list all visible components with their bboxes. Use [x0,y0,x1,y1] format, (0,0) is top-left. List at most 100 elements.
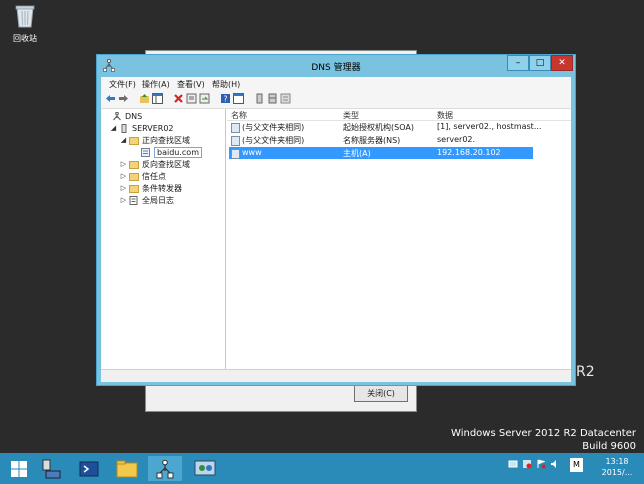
menu-file[interactable]: 文件(F) [109,79,136,90]
record-icon[interactable] [280,93,291,104]
tree-node-trust-points[interactable]: ▷ 信任点 [120,170,166,182]
tree-label: 正向查找区域 [142,135,190,145]
record-data: server02. [437,135,476,144]
record-name: (与父文件夹相同) [242,136,305,145]
folder-icon [129,172,139,181]
close-button[interactable]: ✕ [551,55,573,71]
recycle-bin[interactable]: 回收站 [8,4,42,44]
folder-icon [116,460,138,477]
record-icon [231,136,240,146]
desktop-edge-text: R2 [576,364,595,380]
record-name: (与父文件夹相同) [242,123,305,132]
tree-node-dns[interactable]: DNS [103,110,142,122]
folder-icon [129,136,139,145]
server-stack-icon[interactable] [267,93,278,104]
powershell-icon [79,461,99,476]
expand-arrow-icon[interactable]: ▷ [120,160,127,168]
tree-node-global-logs[interactable]: ▷ 全局日志 [120,194,174,206]
record-type: 主机(A) [343,149,371,158]
tree-label: 信任点 [142,171,166,181]
record-type: 起始授权机构(SOA) [343,123,414,132]
collapse-arrow-icon[interactable]: ◢ [110,124,117,132]
expand-arrow-icon[interactable]: ▷ [120,172,127,180]
zone-icon [141,147,150,157]
record-data: [1], server02., hostmast... [437,122,542,131]
record-icon [231,149,240,159]
forward-arrow-icon[interactable] [118,93,129,104]
delete-icon[interactable] [173,93,184,104]
expand-arrow-icon[interactable]: ▷ [120,184,127,192]
clock-date: 2015/... [601,468,633,477]
server-icon[interactable] [254,93,265,104]
refresh-icon[interactable] [199,93,210,104]
remote-desktop-taskbar-button[interactable] [188,456,222,481]
os-edition-text: Windows Server 2012 R2 Datacenter [451,428,636,439]
system-clock[interactable]: 13:18 2015/... [598,456,636,478]
show-console-tree-icon[interactable] [152,93,163,104]
help-icon[interactable]: ? [220,93,231,104]
folder-icon [129,160,139,169]
dialog-close-button[interactable]: 关闭(C) [354,385,408,402]
os-build-text: Build 9600 [582,441,636,452]
column-header-data[interactable]: 数据 [437,110,453,121]
properties-icon[interactable] [186,93,197,104]
column-header-type[interactable]: 类型 [343,110,359,121]
tree-label: 反向查找区域 [142,159,190,169]
taskbar: M 13:18 2015/... [0,453,644,484]
record-data: 192.168.20.102 [437,148,501,157]
table-row-selected[interactable]: www 主机(A) 192.168.20.102 [227,147,571,159]
expand-arrow-icon[interactable]: ▷ [120,196,127,204]
collapse-arrow-icon[interactable]: ◢ [120,136,127,144]
minimize-button[interactable]: – [507,55,529,71]
folder-icon [129,184,139,193]
table-row[interactable]: (与父文件夹相同) 起始授权机构(SOA) [1], server02., ho… [227,121,571,133]
tree-node-forward-zones[interactable]: ◢ 正向查找区域 [120,134,190,146]
console-tree: DNS ◢ SERVER02 ◢ 正向查找区域 baidu.com ▷ 反向查找… [101,109,226,369]
maximize-button[interactable]: □ [529,55,551,71]
dns-manager-window: DNS 管理器 – □ ✕ 文件(F) 操作(A) 查看(V) 帮助(H) ? … [96,54,576,386]
tree-label: 全局日志 [142,195,174,205]
log-icon [129,195,138,205]
dns-node-icon [113,111,121,120]
back-arrow-icon[interactable] [105,93,116,104]
table-row[interactable]: (与父文件夹相同) 名称服务器(NS) server02. [227,134,571,146]
menu-view[interactable]: 查看(V) [177,79,205,90]
column-header-name[interactable]: 名称 [231,110,247,121]
title-bar[interactable]: DNS 管理器 – □ ✕ [97,55,575,77]
volume-tray-icon[interactable] [550,459,560,471]
start-button[interactable] [2,456,36,481]
menu-help[interactable]: 帮助(H) [212,79,240,90]
network-tray-icon[interactable] [508,459,518,471]
server-manager-icon [42,459,61,478]
network-monitor-icon [194,460,216,475]
server-manager-taskbar-button[interactable] [34,456,68,481]
powershell-taskbar-button[interactable] [72,456,106,481]
console-view-icon[interactable] [233,93,244,104]
tree-label: SERVER02 [132,123,174,133]
tree-node-reverse-zones[interactable]: ▷ 反向查找区域 [120,158,190,170]
svg-text:?: ? [223,95,227,104]
window-title: DNS 管理器 [311,63,361,73]
tree-label: DNS [125,111,143,121]
records-list: 名称 类型 数据 (与父文件夹相同) 起始授权机构(SOA) [1], serv… [227,109,571,369]
file-explorer-taskbar-button[interactable] [110,456,144,481]
toolbar: ? [101,90,571,109]
dns-app-icon [156,459,174,478]
tree-node-server[interactable]: ◢ SERVER02 [110,122,174,134]
list-header: 名称 类型 数据 [227,109,571,121]
record-type: 名称服务器(NS) [343,136,401,145]
input-method-indicator[interactable]: M [570,458,583,472]
menu-action[interactable]: 操作(A) [142,79,170,90]
flag-tray-icon[interactable] [536,459,546,471]
up-folder-icon[interactable] [139,93,150,104]
tree-label: 条件转发器 [142,183,182,193]
server-icon [121,123,127,133]
record-icon [231,123,240,133]
menu-bar: 文件(F) 操作(A) 查看(V) 帮助(H) [101,77,571,90]
warning-tray-icon[interactable] [522,459,532,471]
tree-node-zone-baidu[interactable]: baidu.com [132,146,202,158]
tree-node-conditional-forwarders[interactable]: ▷ 条件转发器 [120,182,182,194]
clock-time: 13:18 [605,457,629,466]
dns-manager-taskbar-button[interactable] [148,456,182,481]
recycle-bin-label: 回收站 [13,34,37,43]
